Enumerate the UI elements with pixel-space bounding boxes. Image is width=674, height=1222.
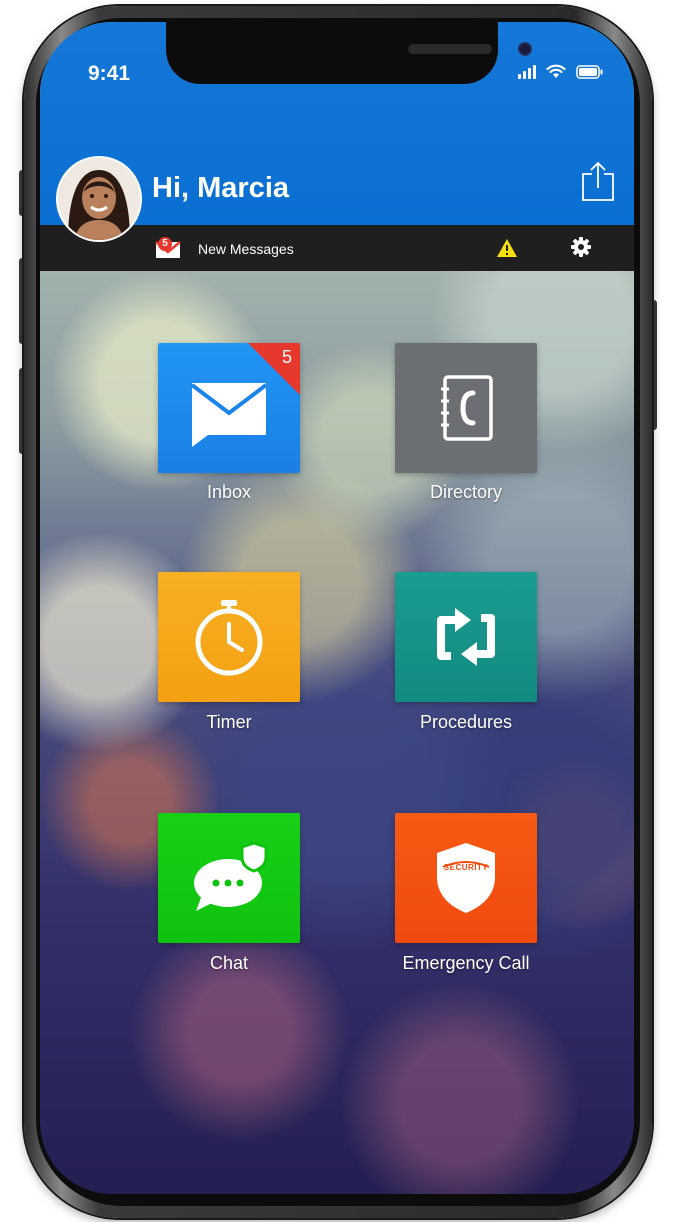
secure-chat-icon <box>194 841 268 911</box>
refresh-cycle-icon <box>437 608 495 666</box>
settings-gear-icon[interactable] <box>570 236 592 258</box>
procedures-label: Procedures <box>419 712 513 732</box>
address-book-icon <box>441 375 493 441</box>
chat-tile[interactable] <box>158 813 300 943</box>
new-messages-link[interactable]: New Messages <box>198 241 294 257</box>
shield-security-text: SECURITY <box>443 863 489 872</box>
timer-label: Timer <box>206 712 252 732</box>
status-time: 9:41 <box>88 62 131 85</box>
emergency-call-tile[interactable]: SECURITY <box>395 813 537 943</box>
warning-icon[interactable] <box>496 238 518 258</box>
earpiece-speaker <box>408 44 492 54</box>
inbox-label: Inbox <box>206 482 252 502</box>
timer-tile[interactable] <box>158 572 300 702</box>
user-portrait-icon <box>58 158 140 240</box>
emergency-call-label: Emergency Call <box>402 953 530 973</box>
directory-label: Directory <box>429 482 502 502</box>
notch <box>166 22 532 84</box>
procedures-tile[interactable] <box>395 572 537 702</box>
greeting-title: Hi, Marcia <box>152 172 289 204</box>
share-icon[interactable] <box>580 160 616 202</box>
status-icons <box>518 64 604 79</box>
front-camera <box>518 42 532 56</box>
inbox-badge-count: 5 <box>281 347 292 367</box>
inbox-badge <box>248 343 300 395</box>
directory-tile[interactable] <box>395 343 537 473</box>
phone-screen: 9:41 Hi, Marcia 5 New Messages 5 Inbox D… <box>40 22 634 1194</box>
inbox-tile[interactable]: 5 <box>158 343 300 473</box>
chat-label: Chat <box>209 953 249 973</box>
battery-icon <box>576 64 603 79</box>
new-messages-count: 5 <box>162 238 168 249</box>
stopwatch-icon <box>195 600 263 676</box>
avatar[interactable] <box>56 156 142 242</box>
cellular-signal-icon <box>518 64 536 79</box>
notification-bar: 5 New Messages <box>40 225 634 271</box>
wifi-icon <box>546 64 566 78</box>
security-shield-icon <box>437 843 495 913</box>
